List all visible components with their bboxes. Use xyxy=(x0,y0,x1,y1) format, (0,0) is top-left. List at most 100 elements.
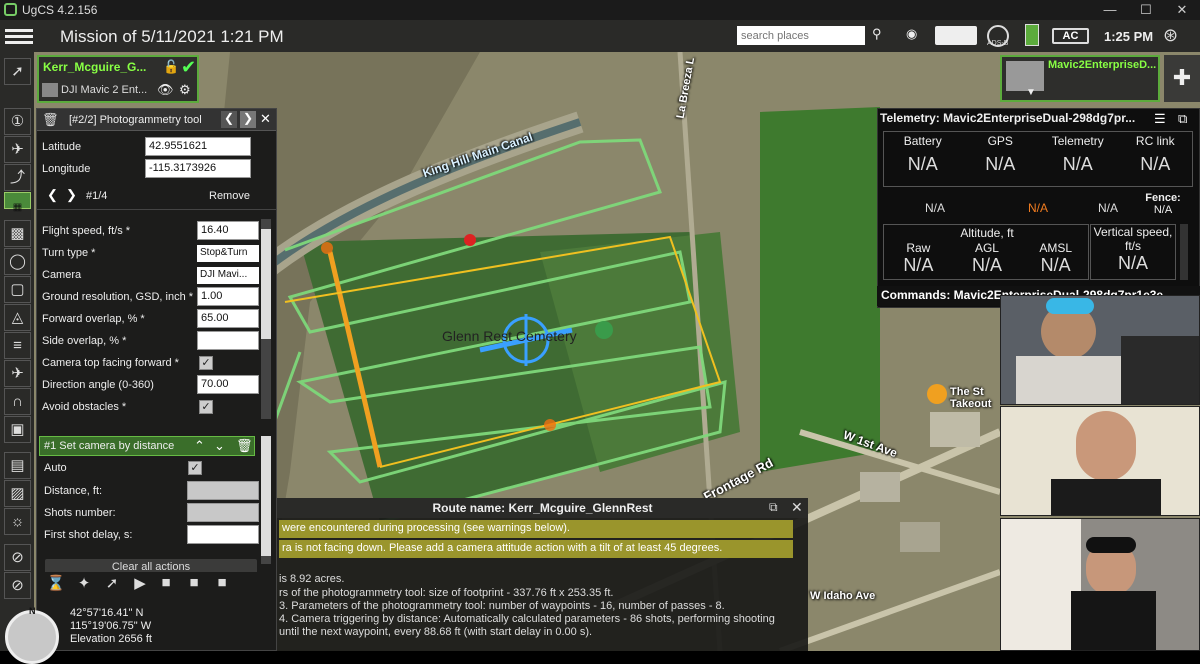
telemetry-cell-value: N/A xyxy=(985,154,1016,174)
caret-down-icon[interactable]: ▼ xyxy=(1026,87,1036,98)
delay-input[interactable] xyxy=(187,525,259,544)
popout-icon[interactable]: ⧉ xyxy=(1178,111,1187,127)
menu-icon[interactable]: ☰ xyxy=(1154,111,1166,127)
next-arrow-icon[interactable]: ❯ xyxy=(240,111,256,128)
longitude-input[interactable]: -115.3173926 xyxy=(145,159,251,178)
trash-icon[interactable]: 🗑 xyxy=(42,112,59,128)
distance-input[interactable] xyxy=(187,481,259,500)
altitude-cell-label: AGL xyxy=(974,241,999,255)
vertical-scan-icon[interactable]: ≡ xyxy=(4,332,31,359)
camera-mode-icon[interactable]: ■ xyxy=(154,574,178,591)
auto-checkbox[interactable]: ✓ xyxy=(188,461,202,475)
camera-action-header[interactable]: #1 Set camera by distance ⌃ ⌄ 🗑 xyxy=(39,436,255,456)
clock: 1:25 PM xyxy=(1104,29,1154,44)
close-panel-icon[interactable]: ✕ xyxy=(260,111,271,127)
telemetry-status-value: N/A xyxy=(1098,201,1119,215)
perimeter-icon[interactable]: ▢ xyxy=(4,276,31,303)
report-line-4: 4. Camera triggering by distance: Automa… xyxy=(279,613,775,638)
drone-card[interactable]: Mavic2EnterpriseD... ▼ xyxy=(1000,55,1160,102)
param-select[interactable]: DJI Mavi... xyxy=(197,267,259,284)
takeoff-icon[interactable]: ✈ xyxy=(4,136,31,163)
cancel-icon[interactable]: ⊘ xyxy=(4,572,31,599)
no-fly-zone-icon[interactable]: ⊘ xyxy=(4,544,31,571)
compass[interactable]: N xyxy=(1,604,63,664)
next-point-icon[interactable]: ❯ xyxy=(66,187,77,203)
param-label: Ground resolution, GSD, inch * xyxy=(42,291,194,303)
lock-icon[interactable]: 🔓 xyxy=(163,59,179,75)
shots-input[interactable] xyxy=(187,503,259,522)
coord-lon: 115°19'06.75" W xyxy=(70,620,152,632)
param-checkbox[interactable]: ✓ xyxy=(199,356,213,370)
altitude-cells: Raw N/A AGL N/A AMSL N/A xyxy=(884,241,1090,281)
search-places-input[interactable] xyxy=(737,26,865,45)
landing-icon[interactable]: ✈ xyxy=(4,360,31,387)
add-vehicle-icon[interactable]: ✚ xyxy=(1164,55,1200,102)
latitude-label: Latitude xyxy=(42,141,82,153)
globe-icon[interactable]: ◉ xyxy=(906,26,917,46)
param-input[interactable]: 65.00 xyxy=(197,309,259,328)
facade-scan-icon[interactable]: ◬ xyxy=(4,304,31,331)
close-window-button[interactable]: ✕ xyxy=(1164,0,1200,20)
drone-network-icon[interactable]: ⊛ xyxy=(1163,25,1178,46)
eye-icon[interactable]: 👁 xyxy=(157,82,174,98)
close-report-icon[interactable]: ✕ xyxy=(791,499,803,516)
compass-north-icon: N xyxy=(29,606,36,616)
altitude-cell-value: N/A xyxy=(903,255,934,275)
maximize-button[interactable]: ☐ xyxy=(1128,0,1164,20)
search-icon[interactable]: ⚲ xyxy=(872,26,882,46)
yaw-icon[interactable]: ▶ xyxy=(128,574,152,592)
photogrammetry-tool-icon[interactable]: ▦ xyxy=(4,192,31,213)
altitude-cell-value: N/A xyxy=(1040,255,1071,275)
param-input[interactable]: 70.00 xyxy=(197,375,259,394)
route-tool-icon[interactable]: ➚ xyxy=(4,58,31,85)
params-scrollbar[interactable] xyxy=(261,219,271,419)
check-icon[interactable]: ✔ xyxy=(181,57,196,78)
sun-icon[interactable]: ☼ xyxy=(4,508,31,535)
waypoint-1-icon[interactable]: ① xyxy=(4,108,31,135)
keyboard-icon[interactable] xyxy=(935,26,977,45)
ruler-icon[interactable]: ▤ xyxy=(4,452,31,479)
altitude-label: Altitude, ft xyxy=(960,226,1014,240)
prev-arrow-icon[interactable]: ❮ xyxy=(221,111,237,128)
delete-action-icon[interactable]: 🗑 xyxy=(236,438,253,454)
param-checkbox[interactable]: ✓ xyxy=(199,400,213,414)
move-icon[interactable]: ➚ xyxy=(100,574,124,592)
latitude-input[interactable]: 42.9551621 xyxy=(145,137,251,156)
camera-trigger-icon[interactable]: ■ xyxy=(182,574,206,591)
actions-scrollbar[interactable] xyxy=(261,436,271,564)
circle-icon[interactable]: ◯ xyxy=(4,248,31,275)
prev-point-icon[interactable]: ❮ xyxy=(47,187,58,203)
ac-toggle[interactable]: AC xyxy=(1052,28,1089,44)
fence-label: Fence: xyxy=(1145,192,1181,204)
video-tile-3 xyxy=(1000,518,1200,651)
chevron-up-icon[interactable]: ⌃ xyxy=(194,438,205,454)
hourglass-icon[interactable]: ⌛ xyxy=(44,574,68,592)
vspeed-value: N/A xyxy=(1117,253,1148,273)
path-icon[interactable]: ⤴ xyxy=(4,164,31,191)
copy-icon[interactable]: ⧉ xyxy=(769,500,778,515)
route-drone-name: DJI Mavic 2 Ent... xyxy=(61,84,148,96)
cursor-coordinates: 42°57'16.41" N 115°19'06.75" W Elevation… xyxy=(70,607,152,646)
report-line-3: 3. Parameters of the photogrammetry tool… xyxy=(279,600,725,612)
divider xyxy=(37,209,276,210)
grid-icon[interactable]: ▨ xyxy=(4,480,31,507)
chevron-down-icon[interactable]: ⌄ xyxy=(214,438,225,454)
param-select[interactable]: Stop&Turn xyxy=(197,245,259,262)
camera-attitude-icon[interactable]: ■ xyxy=(210,574,234,591)
spiral-icon[interactable]: ▣ xyxy=(4,416,31,443)
map-label-takeout: The St Takeout xyxy=(950,386,992,410)
pattern-icon[interactable]: ∩ xyxy=(4,388,31,415)
area-scan-icon[interactable]: ▩ xyxy=(4,220,31,247)
status-mid-row: N/A N/A N/A Fence: N/A xyxy=(883,191,1193,221)
poi-icon[interactable]: ✦ xyxy=(72,574,96,592)
telemetry-scrollbar[interactable] xyxy=(1180,224,1188,280)
param-input[interactable]: 16.40 xyxy=(197,221,259,240)
main-menu-button[interactable] xyxy=(5,26,33,48)
settings-icon[interactable]: ⚙ xyxy=(179,82,191,98)
minimize-button[interactable]: — xyxy=(1092,0,1128,20)
longitude-label: Longitude xyxy=(42,163,91,175)
route-card[interactable]: Kerr_Mcguire_G... 🔓 ✔ DJI Mavic 2 Ent...… xyxy=(37,55,199,103)
remove-button[interactable]: Remove xyxy=(209,190,250,202)
param-input[interactable]: 1.00 xyxy=(197,287,259,306)
param-input[interactable] xyxy=(197,331,259,350)
